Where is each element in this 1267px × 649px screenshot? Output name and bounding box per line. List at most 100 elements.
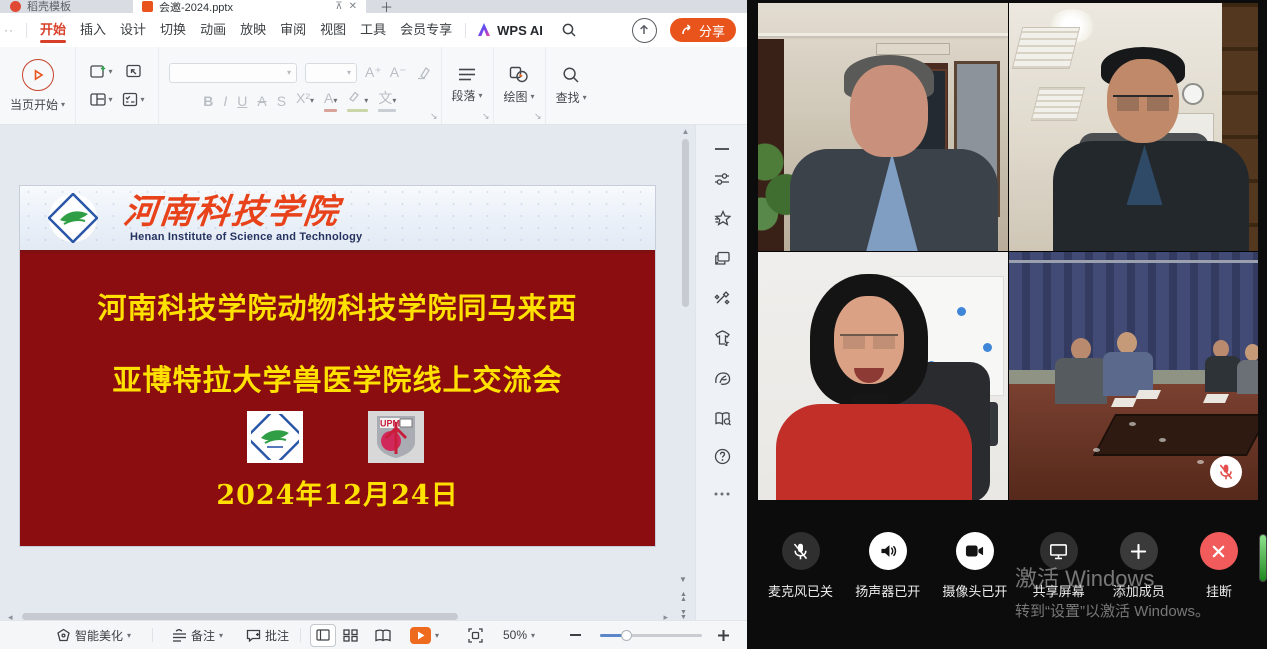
slideshow-button[interactable]: ▾ xyxy=(410,621,439,649)
slide-layout-button[interactable]: ▾ xyxy=(86,87,116,113)
menu-slideshow[interactable]: 放映 xyxy=(233,14,273,46)
more-tools-icon[interactable] xyxy=(696,482,748,506)
participant-video-2[interactable] xyxy=(1009,3,1259,251)
shrink-font-button[interactable]: A⁻ xyxy=(390,64,407,81)
properties-icon[interactable] xyxy=(696,167,748,191)
draw-icon[interactable] xyxy=(509,66,529,83)
outline-button[interactable]: ▾ xyxy=(118,87,148,113)
play-from-current-button[interactable] xyxy=(22,59,54,91)
highlight-button[interactable]: ▾ xyxy=(347,90,368,109)
speaker-control[interactable]: 扬声器已开 xyxy=(855,532,920,600)
participant-video-4[interactable] xyxy=(1009,252,1259,500)
menu-transition[interactable]: 切换 xyxy=(153,14,193,46)
help-icon[interactable] xyxy=(696,444,748,468)
underline-button[interactable]: U xyxy=(237,93,247,109)
reuse-slide-button[interactable] xyxy=(118,59,148,85)
camera-control[interactable]: 摄像头已开 xyxy=(942,532,1007,600)
zoom-slider-thumb[interactable] xyxy=(621,630,632,641)
new-slide-button[interactable]: ▾ xyxy=(86,59,116,85)
comments-button[interactable]: 批注 xyxy=(246,621,289,649)
search-icon[interactable] xyxy=(561,22,577,38)
slide-header-cn[interactable]: 河南科技学院 xyxy=(121,184,342,233)
share-screen-button[interactable] xyxy=(1040,532,1078,570)
participant-video-3[interactable] xyxy=(758,252,1008,500)
slide-canvas[interactable]: 河南科技学院 Henan Institute of Science and Te… xyxy=(0,125,695,620)
cloud-upload-icon[interactable] xyxy=(632,18,657,43)
design-skin-icon[interactable] xyxy=(696,326,748,350)
hist-logo[interactable] xyxy=(247,411,303,463)
slide-date[interactable]: 2024年12月24日 xyxy=(20,473,655,512)
scroll-down-icon[interactable]: ▼ xyxy=(676,575,690,584)
horizontal-scroll-thumb[interactable] xyxy=(22,613,458,620)
tab-document-active[interactable]: 会邀-2024.pptx ⊼ ✕ xyxy=(133,0,366,13)
slide-title-line1[interactable]: 河南科技学院动物科技学院同马来西 xyxy=(20,285,655,327)
close-tab-icon[interactable]: ✕ xyxy=(349,1,357,12)
dialog-launcher-icon[interactable]: ↘ xyxy=(534,111,542,122)
collapse-panel-icon[interactable] xyxy=(696,137,748,161)
mic-off-button[interactable] xyxy=(782,532,820,570)
tab-templates[interactable]: 稻壳模板 xyxy=(0,0,136,13)
effects-star-icon[interactable] xyxy=(696,206,748,230)
share-button[interactable]: 分享 xyxy=(670,18,736,42)
new-tab-button[interactable]: ＋ xyxy=(380,0,393,13)
eco-leaf-icon[interactable] xyxy=(696,366,748,390)
hangup-button[interactable] xyxy=(1200,532,1238,570)
find-icon[interactable] xyxy=(562,66,580,84)
menu-tools[interactable]: 工具 xyxy=(353,14,393,46)
wps-ai-button[interactable]: WPS AI xyxy=(472,23,547,38)
dialog-launcher-icon[interactable]: ↘ xyxy=(430,111,438,122)
menu-insert[interactable]: 插入 xyxy=(73,14,113,46)
menu-design[interactable]: 设计 xyxy=(113,14,153,46)
font-color-button[interactable]: A▾ xyxy=(324,90,337,109)
menu-home[interactable]: 开始 xyxy=(33,14,73,46)
font-name-select[interactable]: ▾ xyxy=(169,63,297,83)
zoom-slider[interactable] xyxy=(600,634,702,637)
share-screen-control[interactable]: 共享屏幕 xyxy=(1030,532,1088,600)
slide[interactable]: 河南科技学院 Henan Institute of Science and Te… xyxy=(20,186,655,546)
slide-header-banner[interactable]: 河南科技学院 Henan Institute of Science and Te… xyxy=(20,186,655,253)
menu-review[interactable]: 审阅 xyxy=(273,14,313,46)
quick-access-overflow[interactable]: ·· xyxy=(0,23,20,37)
upm-logo[interactable]: UPM xyxy=(368,411,424,463)
menu-member[interactable]: 会员专享 xyxy=(393,14,459,46)
vertical-scrollbar[interactable]: ▲ xyxy=(681,128,690,613)
slide-body[interactable]: 河南科技学院动物科技学院同马来西 亚博特拉大学兽医学院线上交流会 xyxy=(20,253,655,546)
fit-slide-button[interactable] xyxy=(468,621,483,649)
next-slide-button[interactable]: ▼▼ xyxy=(676,610,690,620)
add-member-button[interactable] xyxy=(1120,532,1158,570)
camera-on-button[interactable] xyxy=(956,532,994,570)
scroll-up-icon[interactable]: ▲ xyxy=(681,128,690,136)
clear-format-icon[interactable] xyxy=(415,66,431,80)
notes-button[interactable]: 备注▾ xyxy=(172,621,223,649)
speaker-on-button[interactable] xyxy=(869,532,907,570)
text-tool-button[interactable]: 文▾ xyxy=(378,90,396,109)
view-normal-button[interactable] xyxy=(310,621,336,649)
hangup-control[interactable]: 挂断 xyxy=(1190,532,1248,600)
pin-tab-icon[interactable]: ⊼ xyxy=(335,1,342,12)
dialog-launcher-icon[interactable]: ↘ xyxy=(482,111,490,122)
reference-search-icon[interactable] xyxy=(696,406,748,430)
grow-font-button[interactable]: A⁺ xyxy=(365,64,382,81)
paragraph-icon[interactable] xyxy=(458,67,476,82)
menu-view[interactable]: 视图 xyxy=(313,14,353,46)
font-size-select[interactable]: ▾ xyxy=(305,63,357,83)
slide-title-line2[interactable]: 亚博特拉大学兽医学院线上交流会 xyxy=(20,357,655,399)
magic-wand-icon[interactable] xyxy=(696,286,748,310)
transition-panel-icon[interactable] xyxy=(696,246,748,270)
view-read-button[interactable] xyxy=(375,621,391,649)
vertical-scroll-thumb[interactable] xyxy=(682,139,689,307)
view-sorter-button[interactable] xyxy=(343,621,358,649)
slide-header-en[interactable]: Henan Institute of Science and Technolog… xyxy=(130,231,362,243)
strikethrough-button[interactable]: A xyxy=(257,93,266,109)
shadow-button[interactable]: S xyxy=(277,93,286,109)
smart-beautify-button[interactable]: 智能美化▾ xyxy=(56,621,131,649)
participant-video-1[interactable] xyxy=(758,3,1008,251)
previous-slide-button[interactable]: ▲▲ xyxy=(676,592,690,602)
zoom-level[interactable]: 50%▾ xyxy=(503,621,535,649)
italic-button[interactable]: I xyxy=(223,93,227,109)
add-member-control[interactable]: 添加成员 xyxy=(1110,532,1168,600)
zoom-in-button[interactable] xyxy=(718,621,729,649)
bold-button[interactable]: B xyxy=(203,93,213,109)
zoom-out-button[interactable] xyxy=(570,621,581,649)
mic-control[interactable]: 麦克风已关 xyxy=(768,532,833,600)
